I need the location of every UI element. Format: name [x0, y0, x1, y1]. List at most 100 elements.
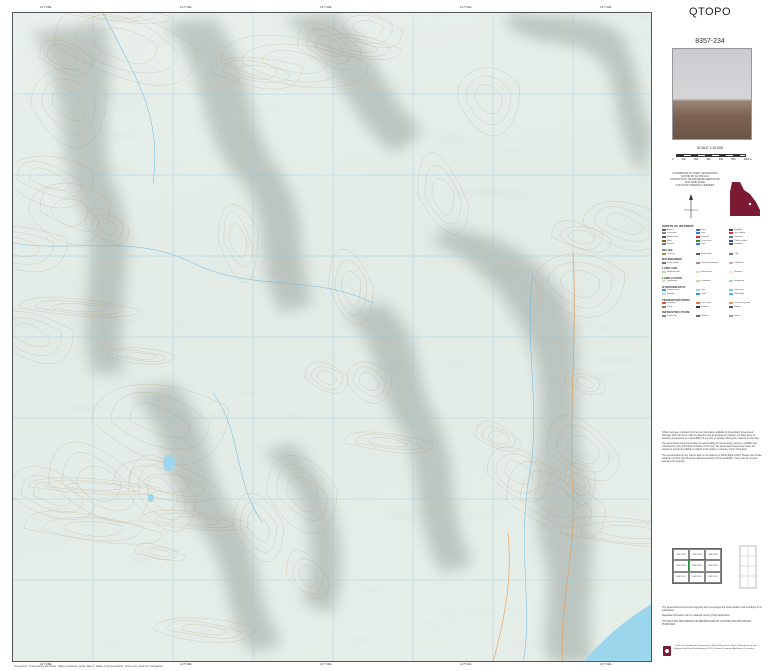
legend-item: Cliff [729, 252, 762, 255]
queensland-locator-map [730, 182, 760, 216]
legend-swatch-icon [729, 270, 734, 273]
ridge [343, 303, 473, 573]
map-sheet-number: 8357-234 [695, 38, 725, 45]
legend-label: Waterhole [734, 292, 745, 295]
edge-label-top: 147°32E [600, 5, 612, 9]
legend-swatch-icon [729, 292, 734, 295]
legend-label: Hospital [700, 235, 709, 238]
terrain-streak [619, 226, 651, 230]
terrain-streak [186, 633, 215, 638]
north-arrow-icon [684, 194, 698, 218]
contour [21, 474, 83, 513]
legend-swatch-icon [662, 232, 666, 235]
topographic-map[interactable] [12, 12, 652, 662]
terrain-streak [171, 323, 185, 329]
contour [352, 20, 384, 39]
terrain-streak [499, 148, 524, 152]
contour [368, 437, 409, 448]
terrain-streak [199, 625, 241, 631]
terrain-streak [466, 392, 479, 396]
terrain-streak [477, 190, 527, 196]
projection-line: CONTOUR INTERVAL 5 METRES [675, 184, 715, 187]
contour [32, 482, 71, 506]
terrain-streak [610, 507, 637, 510]
contour [605, 212, 643, 235]
legend-swatch-icon [662, 239, 666, 242]
terrain-streak [454, 88, 495, 94]
legend-item: Tank [695, 243, 729, 246]
terrain-streak [119, 107, 137, 110]
legend-item: Fence [729, 314, 762, 318]
terrain-streak [116, 72, 150, 75]
legend-item: Swamp [662, 292, 695, 295]
contour [48, 442, 150, 523]
road [493, 532, 510, 661]
edge-label-top: 147°31E [460, 5, 472, 9]
scale-ticks: 0 100 200 300 400 500 1000 m [672, 158, 752, 161]
terrain-streak [620, 210, 651, 213]
map-marginalia-panel: QTOPO 8357-234 SCALE 1:10,000 0 100 200 300… [652, 0, 768, 671]
legend-item: Canal [695, 292, 729, 295]
copyright-notice: © State of Queensland (Department of Nat… [674, 645, 757, 650]
legend-swatch-icon [729, 228, 734, 231]
legend-swatch-icon [695, 280, 700, 283]
legend-label: Bore [700, 228, 706, 231]
watercourse [13, 242, 374, 304]
legend-label: Local government [700, 261, 719, 264]
terrain-streak [346, 155, 361, 162]
legend-swatch-icon [729, 302, 734, 305]
legend-item: Spot height [695, 252, 729, 255]
contour [317, 370, 337, 385]
legend-swatch-icon [729, 305, 734, 308]
legend-item: Track [662, 305, 695, 308]
legend-swatch-icon [695, 302, 700, 305]
terrain-streak [575, 289, 589, 297]
legend-label: Cliff [734, 252, 739, 255]
index-cell: 8357-334 [705, 560, 721, 572]
legend-label: Mine [667, 239, 672, 242]
terrain-streak [404, 86, 425, 91]
contour [46, 479, 143, 493]
index-cell: 8357-234 [688, 560, 706, 572]
legend-swatch-icon [729, 261, 734, 264]
scale-tick-label: 1000 m [743, 158, 752, 161]
legend-item: Railway [695, 305, 729, 308]
disclaimer: QTopo has been compiled from the best in… [662, 432, 762, 466]
contour [116, 349, 166, 362]
legend-swatch-icon [662, 280, 666, 283]
legend-label: Dam [700, 232, 706, 235]
terrain-streak [283, 414, 304, 418]
legend-swatch-icon [662, 305, 666, 308]
legend-grid: National park State forest Reserve [662, 270, 762, 273]
legend-label: State forest [700, 270, 712, 273]
contour [13, 311, 74, 364]
contour [474, 84, 503, 114]
edge-label-top: 147°29E [180, 5, 192, 9]
map-canvas[interactable] [13, 13, 652, 662]
legend-swatch-icon [662, 302, 666, 305]
terrain-streak [92, 17, 135, 24]
legend-label: Cemetery [667, 232, 677, 235]
legend-item: Waterhole [729, 292, 762, 295]
contour [431, 178, 455, 215]
ridge [163, 18, 313, 313]
edge-label-bottom: 147°31E [460, 662, 472, 666]
legend-label: Windmill [734, 243, 743, 246]
legend-swatch-icon [662, 252, 666, 255]
legend-item: Mangrove [729, 280, 762, 283]
contour [495, 453, 542, 494]
terrain-streak [578, 453, 618, 459]
terrain-streak [67, 284, 78, 289]
scale-tick-label: 300 [706, 158, 711, 161]
legend-label: Reservoir [734, 289, 744, 292]
terrain-streak [440, 146, 490, 151]
terrain-streak [14, 218, 37, 224]
index-cell: 8357-231 [689, 571, 705, 583]
scale-tick-label: 500 [731, 158, 736, 161]
legend-item: Local government [695, 261, 729, 264]
legend-swatch-icon [729, 289, 734, 292]
terrain-streak [508, 641, 544, 645]
legend-swatch-icon [729, 239, 734, 242]
legend-label: Pipeline [700, 315, 709, 318]
legend-swatch-icon [729, 252, 734, 255]
